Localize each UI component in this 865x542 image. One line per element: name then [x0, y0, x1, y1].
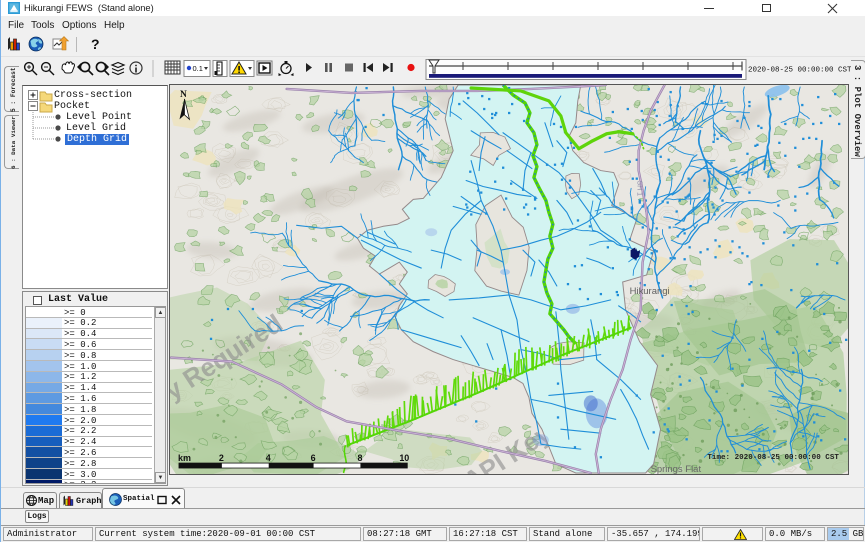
svg-text:km: km — [178, 453, 191, 463]
svg-text:4: 4 — [266, 453, 271, 463]
svg-text:Time: 2020-08-25 00:00:00 CST: Time: 2020-08-25 00:00:00 CST — [707, 454, 839, 462]
svg-text:Springs Flat: Springs Flat — [651, 464, 702, 475]
svg-text:10: 10 — [399, 453, 409, 463]
svg-text:8: 8 — [357, 453, 362, 463]
svg-text:Hikurangi: Hikurangi — [630, 286, 670, 297]
svg-text:0.1: 0.1 — [193, 64, 203, 73]
svg-text:6 : Data Viewer: 6 : Data Viewer — [10, 116, 17, 169]
svg-text:N: N — [180, 90, 187, 100]
svg-text:SH 1: SH 1 — [636, 181, 643, 197]
svg-text:2020-08-25 00:00:00 CST: 2020-08-25 00:00:00 CST — [748, 67, 852, 75]
svg-text:2: 2 — [219, 453, 224, 463]
svg-text:6: 6 — [311, 453, 316, 463]
svg-text:5 : Forecast: 5 : Forecast — [10, 67, 17, 112]
svg-text:3 : Plot Overview: 3 : Plot Overview — [852, 65, 862, 157]
